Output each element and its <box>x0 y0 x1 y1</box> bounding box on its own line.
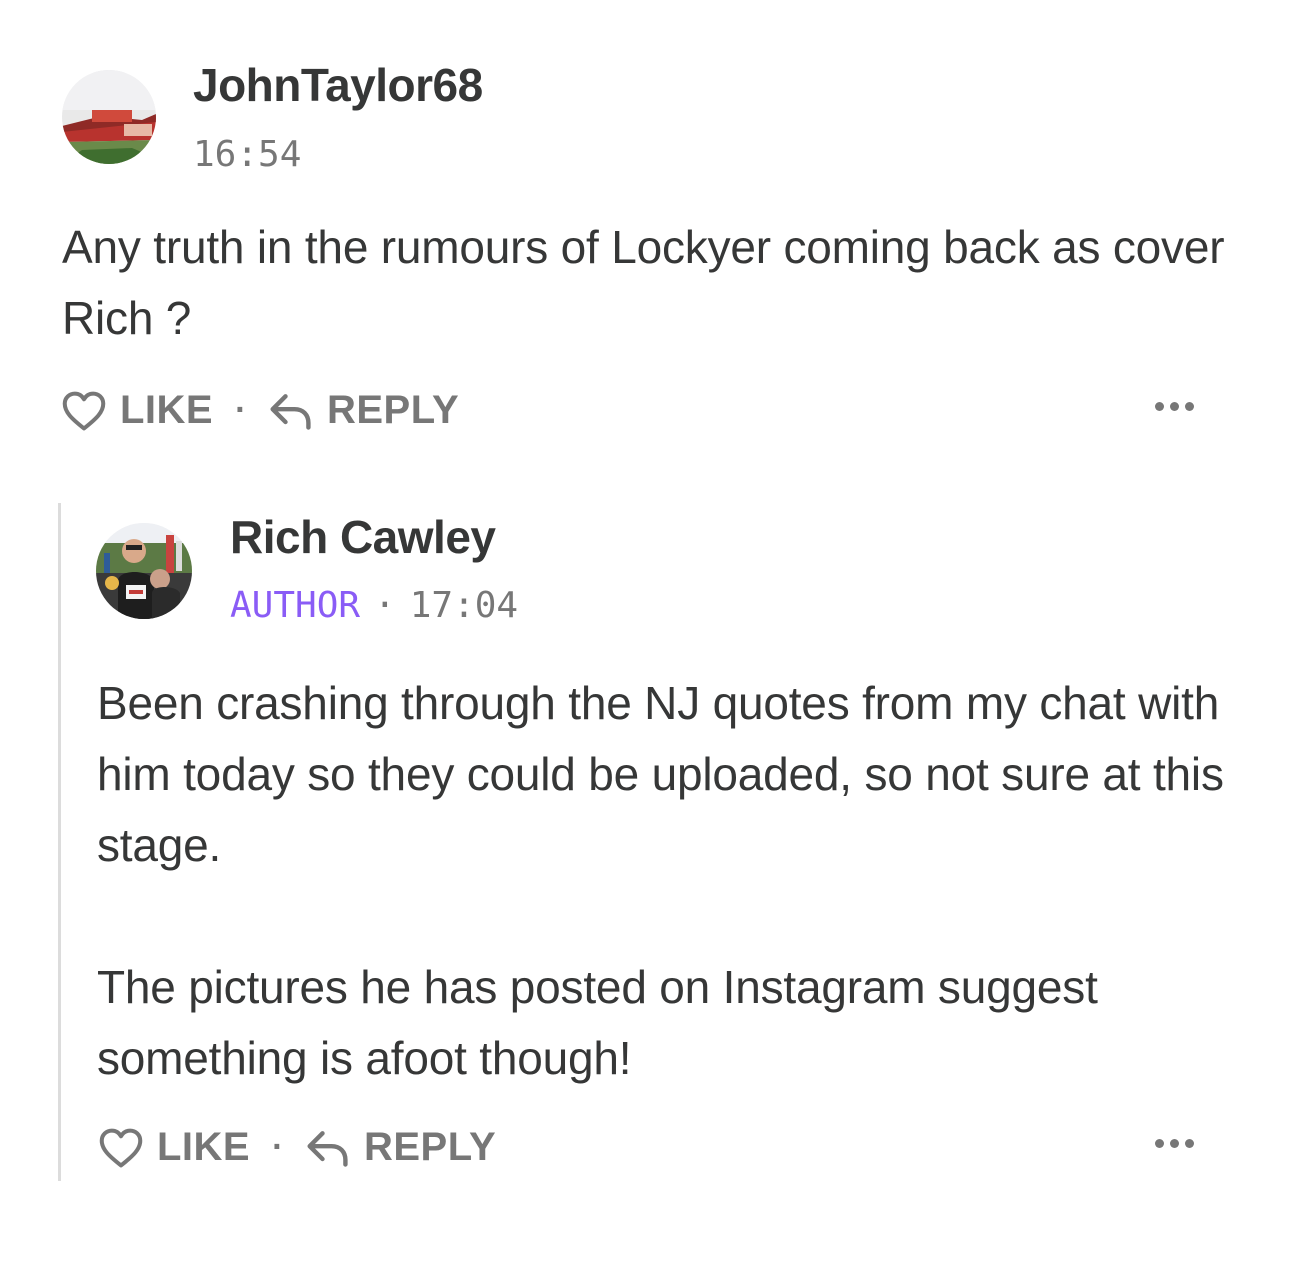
like-button[interactable]: LIKE <box>99 1125 250 1170</box>
like-label: LIKE <box>157 1125 251 1169</box>
heart-outline-icon <box>99 1128 143 1167</box>
comment-actions: LIKE · REPLY <box>99 1125 496 1170</box>
avatar[interactable] <box>62 70 156 164</box>
comment-paragraph: The pictures he has posted on Instagram … <box>97 961 1098 1084</box>
comment-body: Been crashing through the NJ quotes from… <box>97 668 1247 1094</box>
reply-arrow-icon <box>307 1130 348 1167</box>
author-badge: AUTHOR <box>230 585 361 626</box>
reply-label: REPLY <box>326 388 460 432</box>
comment-actions: LIKE · REPLY <box>62 388 459 433</box>
more-options-button[interactable] <box>1155 396 1194 417</box>
comment: JohnTaylor68 16:54 Any truth in the rumo… <box>0 0 1290 460</box>
more-options-button[interactable] <box>1155 1133 1194 1154</box>
comment-paragraph: Any truth in the rumours of Lockyer comi… <box>62 221 1225 344</box>
stadium-photo-icon <box>62 70 156 164</box>
comment-author[interactable]: Rich Cawley <box>230 510 496 564</box>
runner-photo-icon <box>96 523 192 619</box>
more-dots-icon <box>1155 402 1164 411</box>
more-dots-icon <box>1170 1139 1179 1148</box>
more-dots-icon <box>1155 1139 1164 1148</box>
comment-meta: AUTHOR · 17:04 <box>230 585 518 626</box>
more-dots-icon <box>1170 402 1179 411</box>
reply-label: REPLY <box>363 1125 497 1169</box>
comment-author[interactable]: JohnTaylor68 <box>193 58 483 112</box>
more-dots-icon <box>1185 402 1194 411</box>
reply-button[interactable]: REPLY <box>306 1125 496 1170</box>
reply-button[interactable]: REPLY <box>269 388 459 433</box>
reply-comment: Rich Cawley AUTHOR · 17:04 Been crashing t… <box>0 470 1290 1230</box>
more-dots-icon <box>1185 1139 1194 1148</box>
like-button[interactable]: LIKE <box>62 388 213 433</box>
comment-time[interactable]: 17:04 <box>410 585 518 626</box>
action-separator: · <box>235 391 247 429</box>
comment-paragraph: Been crashing through the NJ quotes from… <box>97 677 1224 871</box>
comment-time[interactable]: 16:54 <box>193 134 301 175</box>
reply-arrow-icon <box>270 393 311 430</box>
meta-separator: · <box>374 585 396 626</box>
heart-outline-icon <box>62 391 106 430</box>
comment-timestamp[interactable]: 16:54 <box>193 134 301 175</box>
comment-body: Any truth in the rumours of Lockyer comi… <box>62 212 1242 354</box>
like-label: LIKE <box>120 388 214 432</box>
avatar[interactable] <box>96 523 192 619</box>
action-separator: · <box>272 1128 284 1166</box>
